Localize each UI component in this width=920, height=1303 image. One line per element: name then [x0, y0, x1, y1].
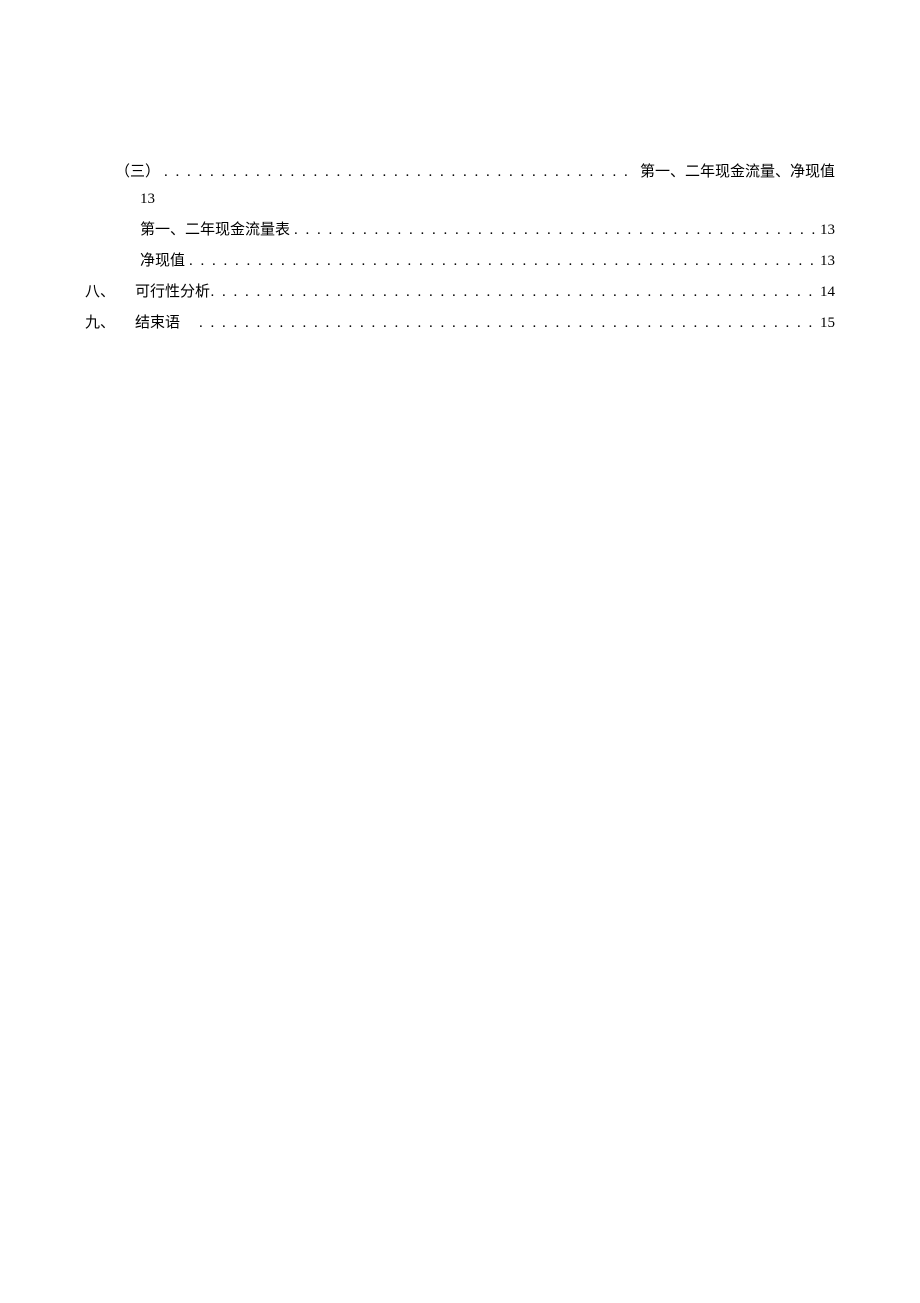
- toc-page-number: 13: [820, 253, 835, 270]
- toc-page-number: 13: [140, 191, 155, 207]
- toc-label: （三）: [115, 160, 160, 181]
- toc-label: 结束语: [135, 311, 195, 332]
- toc-entry-npv: 净现值 13: [85, 249, 835, 270]
- toc-right-text: 第一、二年现金流量、净现值: [640, 160, 835, 181]
- toc-page-number: 15: [820, 315, 835, 332]
- toc-page-continuation: 13: [85, 191, 835, 208]
- toc-leader: [164, 164, 636, 181]
- toc-entry-conclusion: 九、 结束语 15: [85, 311, 835, 332]
- toc-leader: [199, 284, 816, 301]
- toc-leader: [199, 315, 816, 332]
- toc-marker: 九、: [85, 311, 135, 332]
- toc-page-number: 14: [820, 284, 835, 301]
- toc-leader: [189, 253, 816, 270]
- toc-entry-section-three: （三） 第一、二年现金流量、净现值: [85, 160, 835, 181]
- toc-label: 净现值: [140, 249, 185, 270]
- toc-entry-cashflow-table: 第一、二年现金流量表 13: [85, 218, 835, 239]
- toc-marker: 八、: [85, 280, 135, 301]
- toc-leader: [294, 222, 816, 239]
- toc-entry-feasibility: 八、 可行性分析 14: [85, 280, 835, 301]
- toc-page-number: 13: [820, 222, 835, 239]
- toc-label: 第一、二年现金流量表: [140, 218, 290, 239]
- toc-label: 可行性分析: [135, 280, 195, 301]
- toc: （三） 第一、二年现金流量、净现值 13 第一、二年现金流量表 13 净现值 1…: [85, 160, 835, 332]
